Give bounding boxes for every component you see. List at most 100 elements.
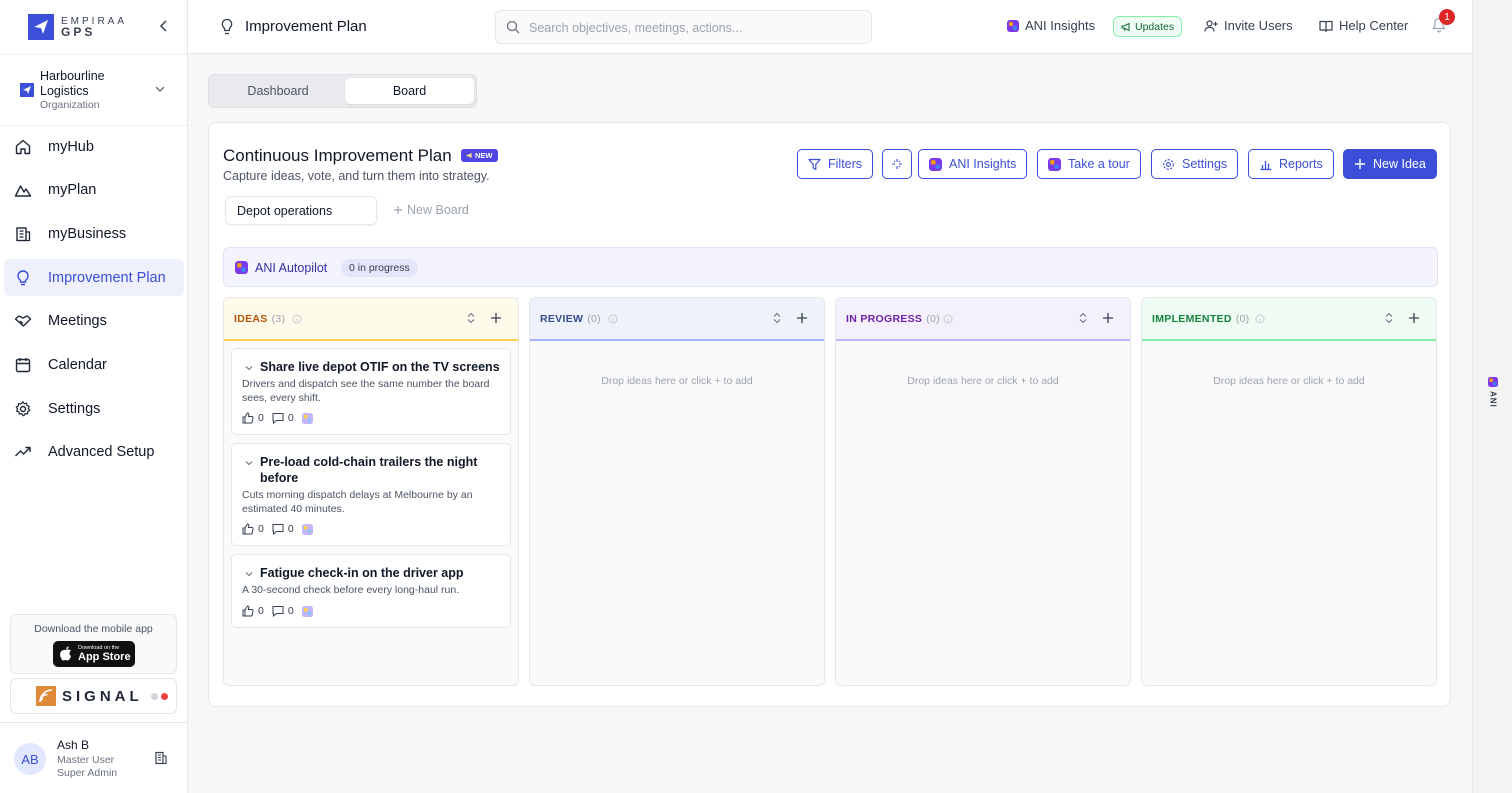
thumbs-up-icon[interactable] [242, 523, 254, 535]
nav-item-myhub[interactable]: myHub [4, 128, 184, 165]
sidebar: EMPIRAA GPS Harbourline Logistics Organi… [0, 0, 188, 793]
autopilot-status-pill: 0 in progress [341, 259, 418, 277]
chevron-down-icon[interactable] [154, 83, 166, 95]
info-icon[interactable] [608, 314, 618, 324]
column-title: REVIEW (0) [540, 313, 601, 325]
magic-sparkle-button[interactable] [882, 149, 912, 179]
info-icon[interactable] [1255, 314, 1265, 324]
thumbs-up-icon[interactable] [242, 412, 254, 424]
board-tab-depot-operations[interactable]: Depot operations [225, 196, 377, 225]
page-title: Improvement Plan [245, 18, 367, 35]
new-board-button[interactable]: New Board [393, 203, 469, 217]
ani-insights-link[interactable]: ANI Insights [1007, 18, 1095, 33]
app-store-large-label: App Store [78, 651, 131, 663]
nav-item-improvement-plan[interactable]: Improvement Plan [4, 259, 184, 297]
nav-item-meetings[interactable]: Meetings [4, 303, 184, 340]
nav-item-settings[interactable]: Settings [4, 390, 184, 427]
empiraa-logo-icon [28, 14, 54, 40]
comment-icon[interactable] [272, 412, 284, 424]
ani-autopilot-bar[interactable]: ANI Autopilot 0 in progress [223, 247, 1438, 287]
nav-label: myBusiness [48, 225, 127, 242]
app-store-button[interactable]: Download on the App Store [53, 641, 135, 667]
ani-logo-icon[interactable] [301, 523, 313, 535]
ani-logo-icon [1007, 19, 1019, 32]
sort-icon[interactable] [772, 312, 782, 324]
new-idea-button[interactable]: New Idea [1343, 149, 1437, 179]
idea-description: Cuts morning dispatch delays at Melbourn… [242, 489, 473, 515]
search-bar [495, 10, 872, 44]
calendar-icon [14, 356, 32, 374]
add-idea-icon[interactable] [490, 312, 502, 324]
column-empty-hint: Drop ideas here or click + to add [601, 375, 753, 387]
lightbulb-icon [220, 18, 234, 36]
user-profile[interactable]: AB Ash B Master User Super Admin [0, 722, 187, 793]
chevron-down-icon[interactable] [244, 569, 254, 579]
idea-title: Share live depot OTIF on the TV screens [260, 360, 500, 374]
filters-button[interactable]: Filters [797, 149, 874, 179]
column-header: IDEAS (3) [224, 298, 518, 341]
settings-button[interactable]: Settings [1151, 149, 1239, 179]
column-header: REVIEW (0) [530, 298, 824, 341]
comment-icon[interactable] [272, 605, 284, 617]
reports-label: Reports [1279, 157, 1323, 171]
megaphone-icon [1121, 22, 1131, 32]
nav-item-mybusiness[interactable]: myBusiness [4, 215, 184, 252]
idea-card[interactable]: Share live depot OTIF on the TV screens … [231, 348, 511, 435]
sort-icon[interactable] [1078, 312, 1088, 324]
new-board-label: New Board [407, 203, 469, 217]
ani-logo-icon[interactable] [301, 412, 313, 424]
reports-button[interactable]: Reports [1248, 149, 1334, 179]
ani-rail-label: ANI [1488, 391, 1498, 408]
ani-insights-button[interactable]: ANI Insights [918, 149, 1028, 179]
notification-count-badge: 1 [1439, 9, 1455, 25]
column-ideas: IDEAS (3) Share live depot OTIF on the TV… [223, 297, 519, 686]
switch-org-icon[interactable] [154, 751, 168, 765]
search-icon [506, 20, 520, 34]
thumbs-up-icon[interactable] [242, 605, 254, 617]
info-icon[interactable] [943, 314, 953, 324]
add-idea-icon[interactable] [796, 312, 808, 324]
view-toggle: Dashboard Board [208, 74, 477, 108]
ani-logo-icon [235, 261, 248, 274]
column-title: IDEAS (3) [234, 313, 285, 325]
signal-widget[interactable]: SIGNAL [10, 678, 177, 714]
autopilot-label: ANI Autopilot [255, 261, 328, 275]
chevron-down-icon[interactable] [244, 363, 254, 373]
ani-rail-button[interactable]: ANI [1487, 377, 1499, 408]
column-header: IN PROGRESS (0) [836, 298, 1130, 341]
ani-logo-icon[interactable] [301, 605, 313, 617]
take-tour-button[interactable]: Take a tour [1037, 149, 1141, 179]
column-empty-hint: Drop ideas here or click + to add [907, 375, 1059, 387]
help-center-link[interactable]: Help Center [1319, 18, 1408, 33]
idea-card[interactable]: Pre-load cold-chain trailers the night b… [231, 443, 511, 546]
nav-item-calendar[interactable]: Calendar [4, 346, 184, 383]
brand-logo[interactable]: EMPIRAA GPS [28, 12, 138, 42]
idea-card[interactable]: Fatigue check-in on the driver app A 30-… [231, 554, 511, 628]
tab-dashboard[interactable]: Dashboard [213, 78, 343, 104]
column-name: IDEAS [234, 313, 268, 325]
sort-icon[interactable] [1384, 312, 1394, 324]
search-input[interactable] [529, 18, 859, 38]
filter-icon [808, 158, 821, 171]
collapse-sidebar-icon[interactable] [156, 18, 172, 34]
ani-logo-icon [1488, 377, 1498, 387]
brand-line2: GPS [61, 25, 96, 39]
updates-badge[interactable]: Updates [1113, 16, 1183, 37]
tab-board[interactable]: Board [345, 78, 474, 104]
plan-subtitle: Capture ideas, vote, and turn them into … [223, 169, 490, 183]
chevron-down-icon[interactable] [244, 458, 254, 468]
invite-users-link[interactable]: Invite Users [1204, 18, 1293, 33]
info-icon[interactable] [292, 314, 302, 324]
building-icon [14, 225, 32, 243]
nav-item-myplan[interactable]: myPlan [4, 172, 184, 209]
column-name: REVIEW [540, 313, 584, 325]
home-icon [14, 138, 32, 156]
ani-side-rail[interactable]: ANI [1472, 0, 1512, 793]
sort-icon[interactable] [466, 312, 476, 324]
add-idea-icon[interactable] [1408, 312, 1420, 324]
user-role: Master User [57, 754, 115, 766]
nav-item-advanced-setup[interactable]: Advanced Setup [4, 434, 184, 471]
comment-icon[interactable] [272, 523, 284, 535]
help-center-label: Help Center [1339, 18, 1409, 33]
add-idea-icon[interactable] [1102, 312, 1114, 324]
